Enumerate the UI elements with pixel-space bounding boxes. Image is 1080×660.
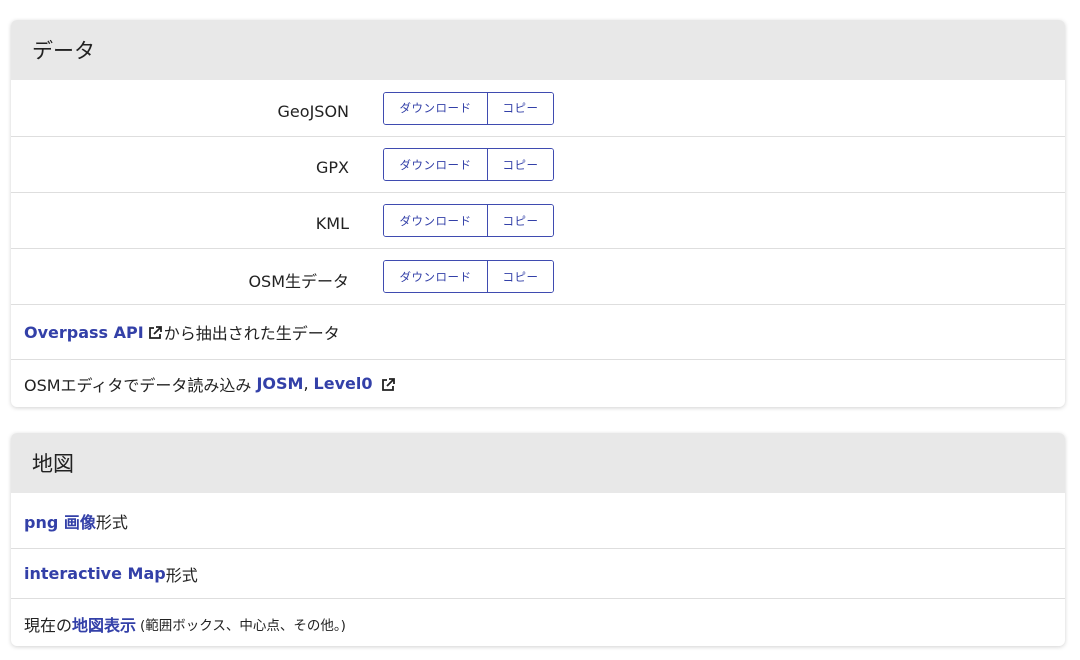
download-button[interactable]: ダウンロード <box>384 205 488 236</box>
format-row-gpx: GPX ダウンロード コピー <box>11 136 1065 192</box>
copy-button[interactable]: コピー <box>488 261 553 292</box>
png-suffix: 形式 <box>95 512 128 532</box>
button-group: ダウンロード コピー <box>383 260 554 293</box>
overpass-api-link[interactable]: Overpass API <box>24 323 144 342</box>
map-card-header: 地図 <box>11 433 1065 493</box>
data-card: データ GeoJSON ダウンロード コピー GPX ダウンロード コピー KM… <box>11 20 1065 407</box>
copy-button[interactable]: コピー <box>488 205 553 236</box>
format-label: GeoJSON <box>277 101 349 121</box>
interactive-map-link[interactable]: interactive Map <box>24 564 166 583</box>
format-label: KML <box>315 214 349 233</box>
external-link-icon[interactable] <box>381 377 396 391</box>
level0-link[interactable]: Level0 <box>314 374 373 393</box>
interactive-row: interactive Map 形式 <box>11 548 1065 598</box>
data-card-header: データ <box>11 20 1065 80</box>
copy-button[interactable]: コピー <box>488 149 553 180</box>
format-row-kml: KML ダウンロード コピー <box>11 192 1065 248</box>
button-group: ダウンロード コピー <box>383 204 554 237</box>
editor-prefix: OSMエディタでデータ読み込み <box>24 375 252 395</box>
format-row-osm-raw: OSM生データ ダウンロード コピー <box>11 248 1065 304</box>
download-button[interactable]: ダウンロード <box>384 149 488 180</box>
png-image-link[interactable]: png 画像 <box>24 509 96 533</box>
overpass-suffix: から抽出された生データ <box>163 324 340 343</box>
map-card: 地図 png 画像 形式 interactive Map 形式 現在の 地図表示… <box>11 433 1065 646</box>
button-group: ダウンロード コピー <box>383 148 554 181</box>
copy-button[interactable]: コピー <box>488 92 553 124</box>
png-row: png 画像 形式 <box>11 493 1065 548</box>
josm-link[interactable]: JOSM <box>256 374 303 393</box>
button-group: ダウンロード コピー <box>383 91 554 125</box>
current-note: (範囲ボックス、中心点、その他。) <box>140 617 346 634</box>
download-button[interactable]: ダウンロード <box>384 92 488 124</box>
current-map-row: 現在の 地図表示 (範囲ボックス、中心点、その他。) <box>11 598 1065 646</box>
external-link-icon[interactable] <box>148 325 162 339</box>
download-button[interactable]: ダウンロード <box>384 261 488 292</box>
map-display-link[interactable]: 地図表示 <box>72 612 136 636</box>
format-label: GPX <box>315 158 349 177</box>
format-label: OSM生データ <box>248 271 349 291</box>
overpass-row: Overpass API から抽出された生データ <box>11 304 1065 359</box>
editor-row: OSMエディタでデータ読み込み JOSM , Level0 <box>11 359 1065 407</box>
separator: , <box>303 374 309 393</box>
current-prefix: 現在の <box>24 615 73 635</box>
format-row-geojson: GeoJSON ダウンロード コピー <box>11 80 1065 136</box>
interactive-suffix: 形式 <box>165 565 198 585</box>
